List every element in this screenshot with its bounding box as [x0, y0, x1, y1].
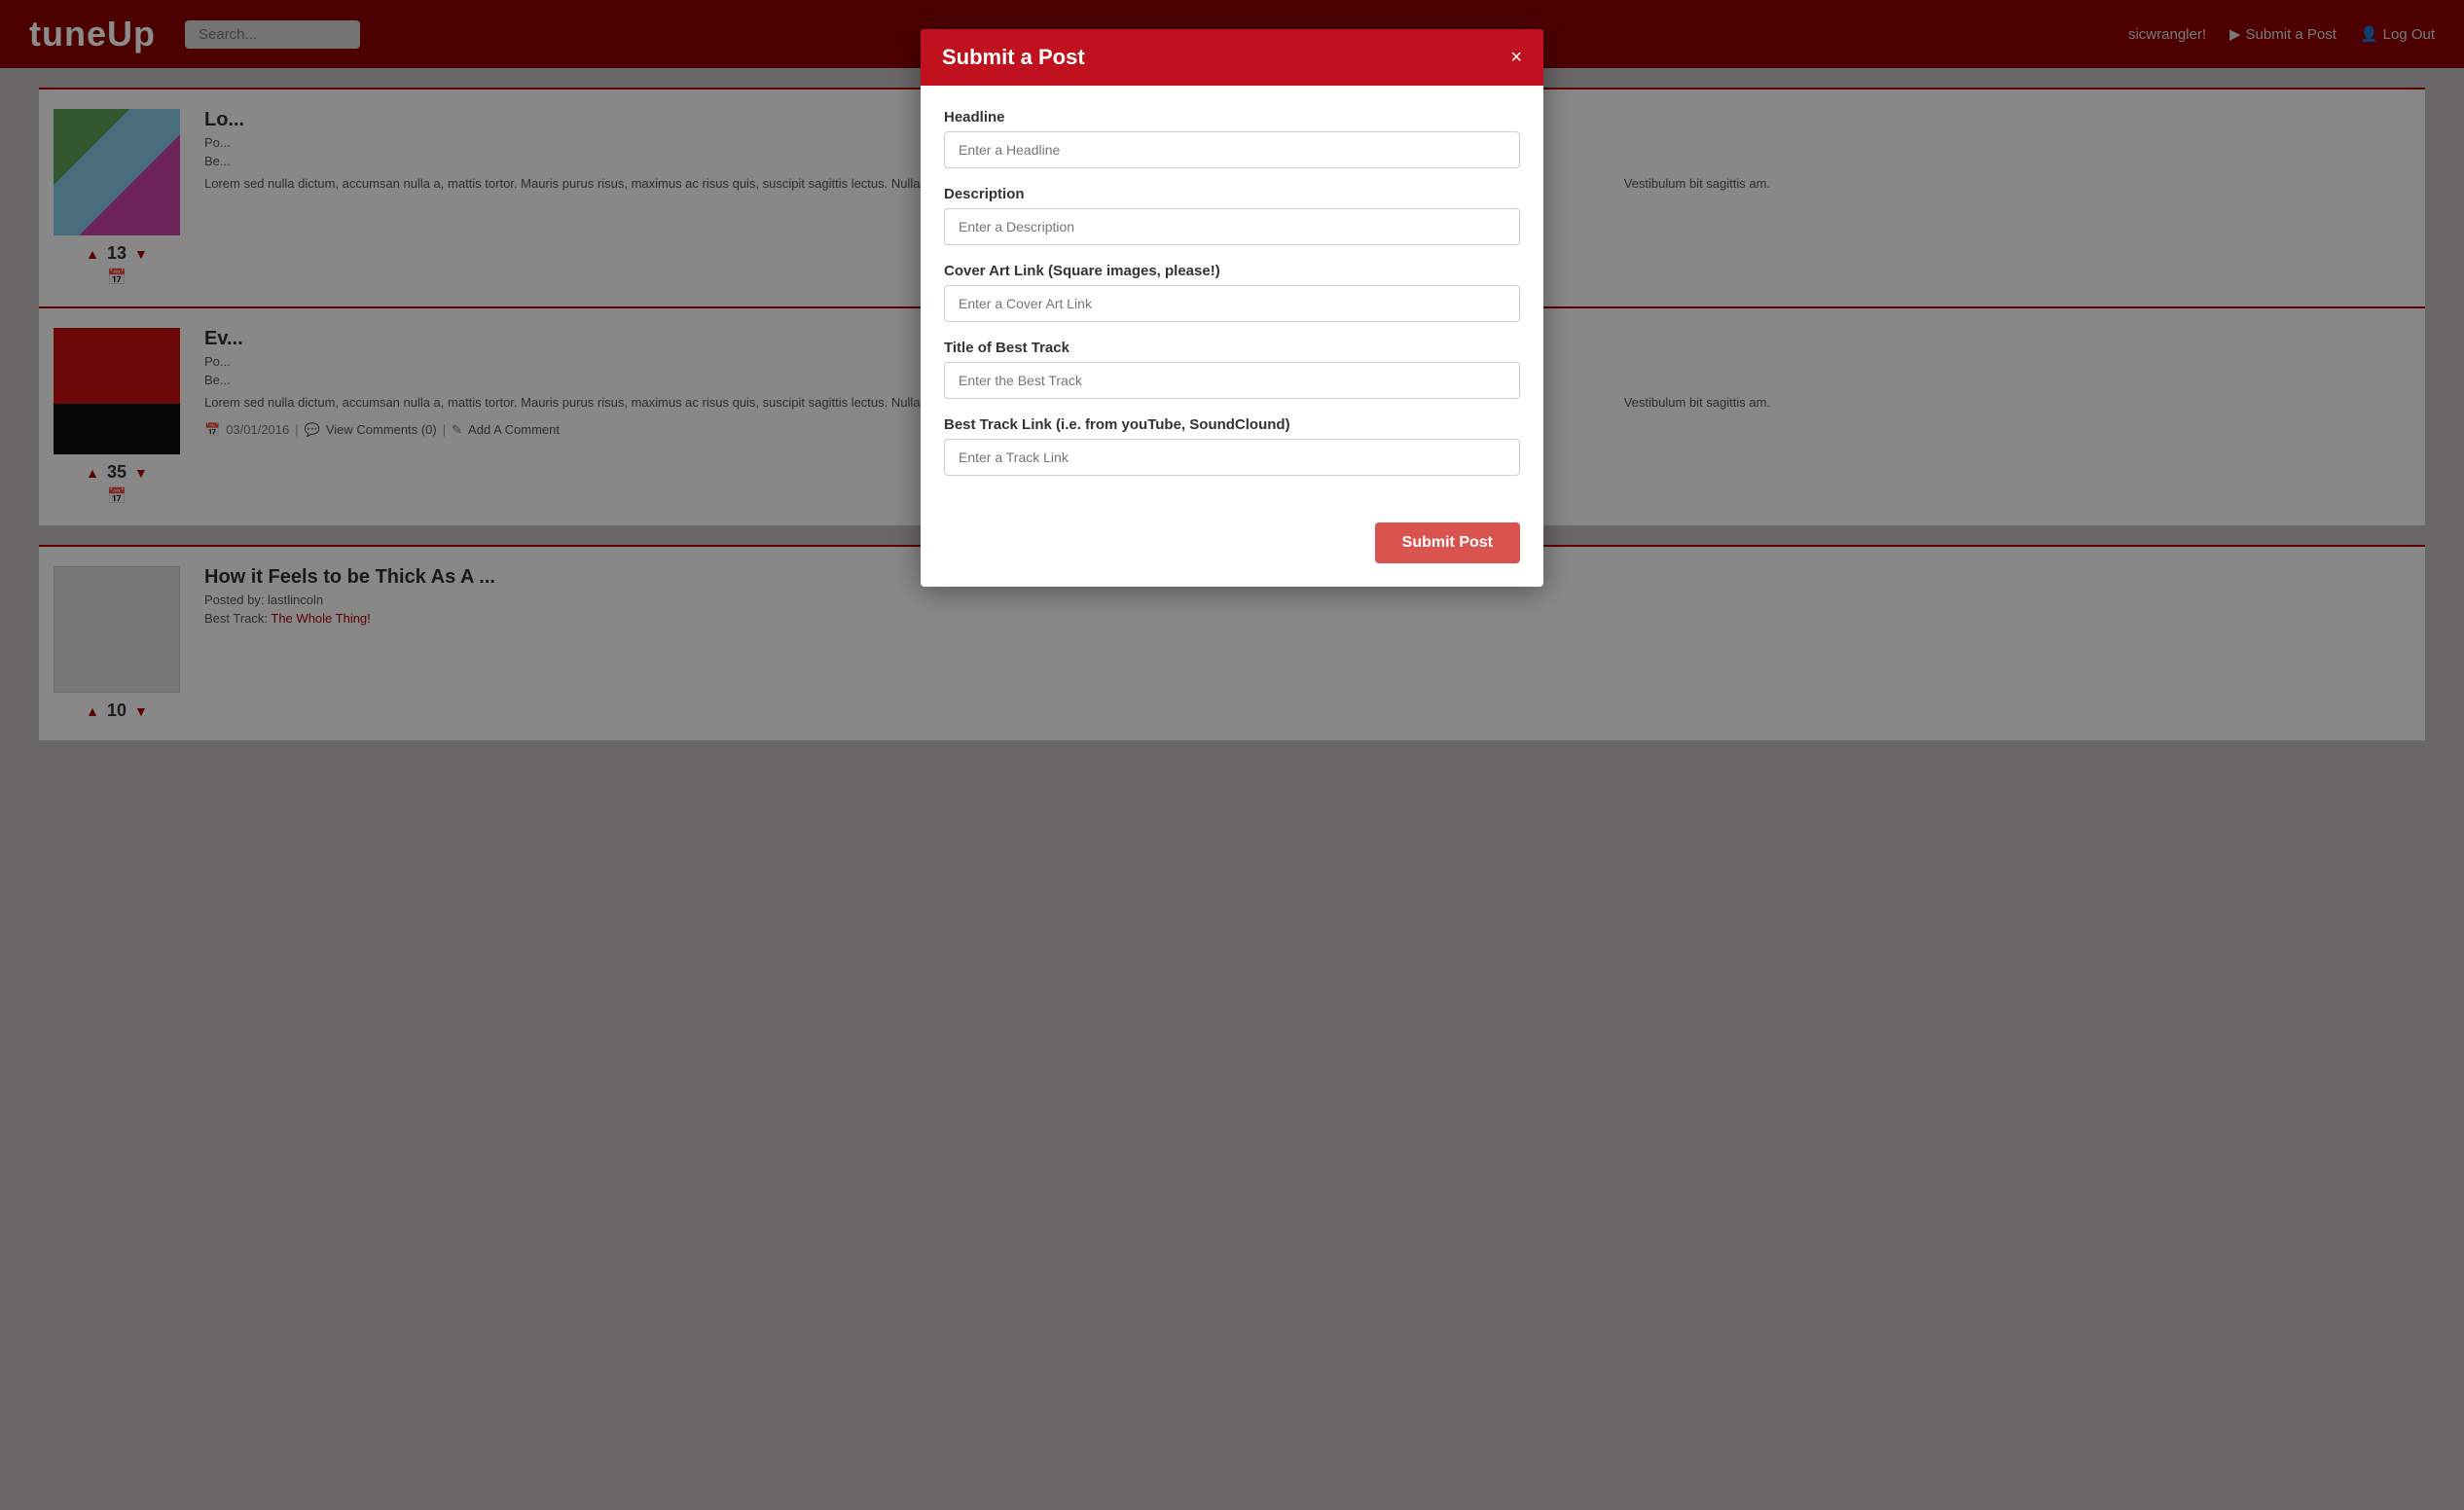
submit-post-modal: Submit a Post × Headline Description Cov… — [921, 29, 1543, 587]
description-label: Description — [944, 186, 1520, 202]
description-input[interactable] — [944, 208, 1520, 245]
cover-art-input[interactable] — [944, 285, 1520, 322]
modal-body: Headline Description Cover Art Link (Squ… — [921, 86, 1543, 522]
submit-post-button[interactable]: Submit Post — [1375, 522, 1520, 563]
best-track-group: Title of Best Track — [944, 340, 1520, 399]
cover-art-label: Cover Art Link (Square images, please!) — [944, 263, 1520, 279]
track-link-label: Best Track Link (i.e. from youTube, Soun… — [944, 416, 1520, 433]
modal-overlay: Submit a Post × Headline Description Cov… — [0, 0, 2464, 1510]
cover-art-group: Cover Art Link (Square images, please!) — [944, 263, 1520, 322]
headline-input[interactable] — [944, 131, 1520, 168]
track-link-input[interactable] — [944, 439, 1520, 476]
track-link-group: Best Track Link (i.e. from youTube, Soun… — [944, 416, 1520, 476]
modal-header: Submit a Post × — [921, 29, 1543, 86]
modal-title: Submit a Post — [942, 45, 1085, 70]
best-track-label: Title of Best Track — [944, 340, 1520, 356]
headline-label: Headline — [944, 109, 1520, 126]
modal-footer: Submit Post — [921, 522, 1543, 587]
description-group: Description — [944, 186, 1520, 245]
best-track-input[interactable] — [944, 362, 1520, 399]
modal-close-button[interactable]: × — [1510, 48, 1522, 67]
headline-group: Headline — [944, 109, 1520, 168]
